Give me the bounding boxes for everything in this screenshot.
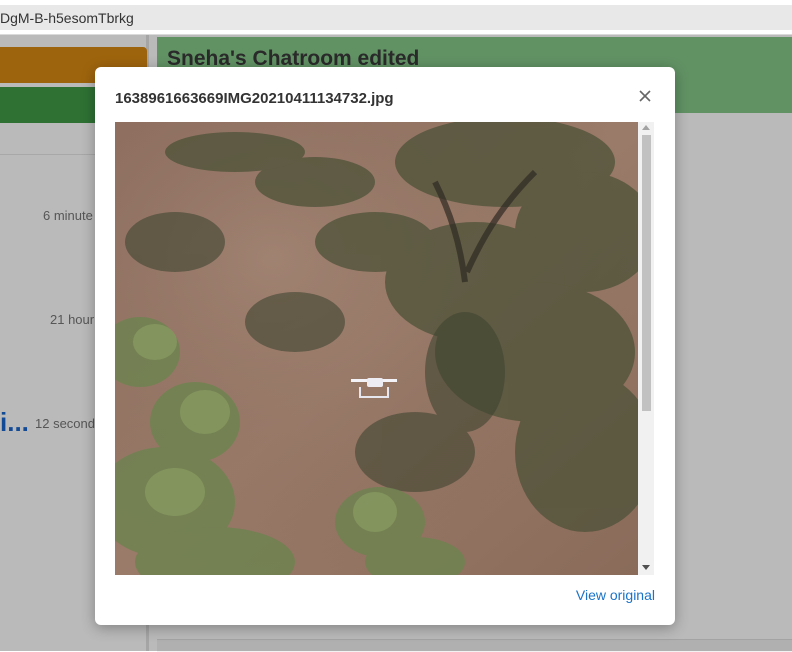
scroll-down-icon[interactable] [642, 565, 650, 570]
drone-photo [115, 122, 638, 575]
modal-title: 1638961663669IMG20210411134732.jpg [115, 90, 394, 107]
image-viewer [115, 122, 654, 575]
scroll-thumb[interactable] [642, 135, 651, 411]
browser-address-bar: DgM-B-h5esomTbrkg [0, 0, 792, 35]
image-preview-modal: 1638961663669IMG20210411134732.jpg View … [95, 67, 675, 625]
url-text: DgM-B-h5esomTbrkg [0, 10, 134, 26]
close-icon[interactable] [633, 84, 657, 108]
image-scrollbar[interactable] [638, 122, 654, 575]
view-original-link[interactable]: View original [576, 587, 655, 603]
scroll-up-icon[interactable] [642, 125, 650, 130]
